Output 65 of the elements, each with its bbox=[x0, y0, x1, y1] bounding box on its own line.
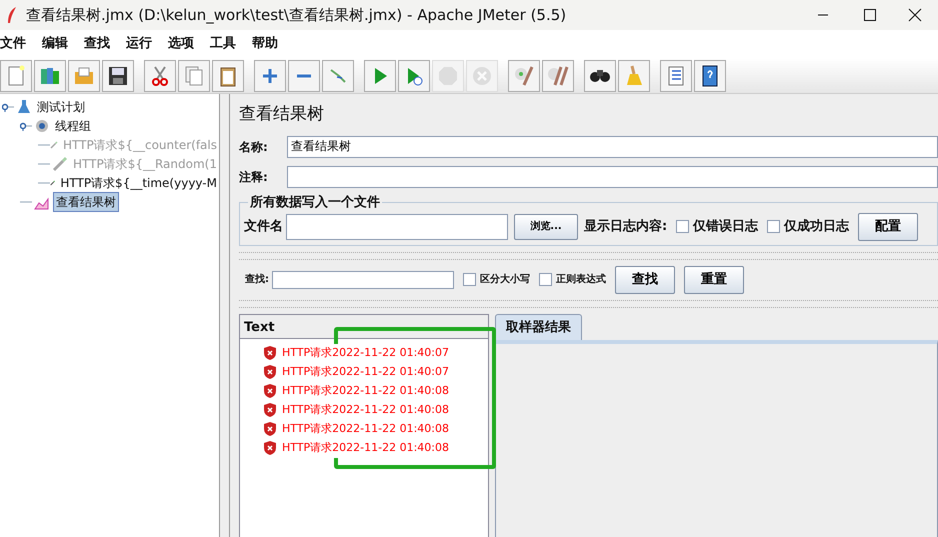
binoculars-button[interactable] bbox=[584, 60, 616, 92]
menu-item[interactable]: 查找 bbox=[84, 34, 118, 54]
menu-item[interactable]: 运行 bbox=[126, 34, 160, 54]
tree-item[interactable]: HTTP请求${__time(yyyy-M bbox=[58, 174, 219, 192]
expand-handle-icon[interactable] bbox=[2, 102, 14, 112]
play-button[interactable] bbox=[398, 60, 430, 92]
menu-item[interactable]: 工具 bbox=[210, 34, 244, 54]
splitter[interactable] bbox=[239, 300, 938, 308]
error-shield-icon bbox=[262, 440, 278, 456]
find-button[interactable]: 查找 bbox=[615, 266, 675, 294]
name-field[interactable]: 查看结果树 bbox=[287, 136, 938, 158]
menu-item[interactable]: 帮助 bbox=[252, 34, 286, 54]
result-tab[interactable]: 取样器结果 bbox=[495, 314, 582, 340]
flask-icon bbox=[16, 98, 32, 114]
field-label: 注释: bbox=[239, 168, 269, 186]
result-item[interactable]: HTTP请求2022-11-22 01:40:08 bbox=[262, 438, 449, 458]
copy-button[interactable] bbox=[178, 60, 210, 92]
reset-button[interactable]: 重置 bbox=[684, 266, 744, 294]
play-button[interactable] bbox=[364, 60, 396, 92]
result-item[interactable]: HTTP请求2022-11-22 01:40:08 bbox=[262, 420, 449, 438]
checkbox-option[interactable]: 仅成功日志 bbox=[767, 216, 850, 236]
result-item[interactable]: HTTP请求2022-11-22 01:40:07 bbox=[262, 344, 449, 362]
tree-item[interactable]: 线程组 bbox=[53, 116, 93, 134]
result-item[interactable]: HTTP请求2022-11-22 01:40:08 bbox=[262, 400, 449, 420]
field-label: 名称: bbox=[239, 138, 269, 156]
menu-item[interactable]: 文件 bbox=[0, 34, 34, 54]
checkbox-option[interactable]: 仅错误日志 bbox=[676, 216, 758, 236]
menu-item[interactable]: 编辑 bbox=[42, 34, 76, 54]
error-shield-icon bbox=[262, 402, 278, 418]
error-shield-icon bbox=[262, 421, 278, 437]
configure-button[interactable]: 配置 bbox=[858, 212, 918, 240]
field-label: 查找: bbox=[245, 272, 269, 287]
tree-item[interactable]: 查看结果树 bbox=[53, 192, 119, 212]
help-book-button[interactable] bbox=[694, 60, 726, 92]
group-title: 所有数据写入一个文件 bbox=[248, 196, 381, 208]
menu-item[interactable]: 选项 bbox=[168, 34, 202, 54]
splitter[interactable] bbox=[239, 252, 938, 260]
error-shield-icon bbox=[262, 364, 278, 380]
browse-button[interactable]: 浏览... bbox=[514, 214, 578, 240]
tree-item[interactable]: 测试计划 bbox=[35, 98, 87, 116]
minus-icon bbox=[296, 72, 312, 78]
window-title: 查看结果树.jmx (D:\kelun_work\test\查看结果树.jmx) - Apache JMeter (5.5) bbox=[26, 4, 566, 26]
plus-button[interactable] bbox=[254, 60, 286, 92]
field-label: 文件名 bbox=[244, 218, 283, 236]
comment-field[interactable] bbox=[287, 166, 938, 188]
binoculars-icon bbox=[590, 70, 610, 82]
document-button[interactable] bbox=[0, 60, 32, 92]
floppy-button[interactable] bbox=[102, 60, 134, 92]
log-label: 显示日志内容: bbox=[584, 218, 668, 236]
error-shield-icon bbox=[262, 345, 278, 361]
list-button[interactable] bbox=[660, 60, 692, 92]
error-shield-icon bbox=[262, 383, 278, 399]
minus-button[interactable] bbox=[288, 60, 320, 92]
scissors-button[interactable] bbox=[144, 60, 176, 92]
books-button[interactable] bbox=[34, 60, 66, 92]
checkbox-option[interactable]: 正则表达式 bbox=[539, 272, 606, 287]
result-item[interactable]: HTTP请求2022-11-22 01:40:08 bbox=[262, 382, 449, 400]
panel-title: 查看结果树 bbox=[239, 103, 325, 126]
expand-handle-icon[interactable] bbox=[20, 121, 32, 132]
pipette-icon bbox=[52, 156, 68, 172]
checkbox-option[interactable]: 区分大小写 bbox=[463, 272, 530, 287]
search-field[interactable] bbox=[272, 270, 454, 288]
filename-field[interactable] bbox=[286, 214, 508, 240]
result-item[interactable]: HTTP请求2022-11-22 01:40:07 bbox=[262, 362, 449, 382]
feather-icon bbox=[6, 6, 18, 24]
